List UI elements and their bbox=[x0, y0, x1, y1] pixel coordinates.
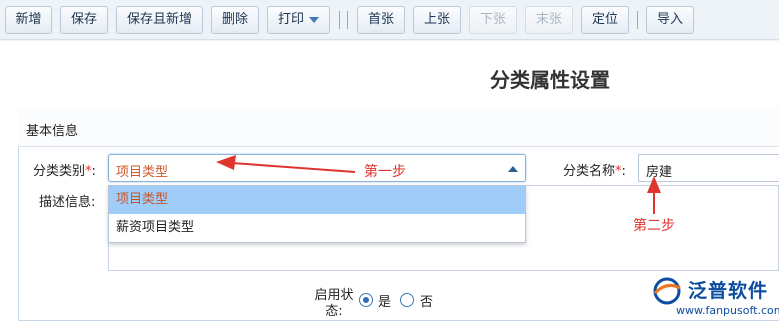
step1-annotation: 第一步 bbox=[364, 164, 406, 180]
dropdown-option-project-type[interactable]: 项目类型 bbox=[109, 186, 525, 214]
step2-arrow bbox=[647, 176, 661, 214]
step1-arrow bbox=[216, 155, 356, 173]
brand-logo: 泛普软件 www.fanpusoft.com bbox=[648, 274, 779, 320]
logo-mark-icon bbox=[653, 277, 681, 305]
dropdown-option-salary-project-type[interactable]: 薪资项目类型 bbox=[109, 214, 525, 242]
brand-name: 泛普软件 bbox=[688, 280, 769, 302]
category-type-dropdown: 项目类型 薪资项目类型 bbox=[108, 185, 526, 243]
brand-url: www.fanpusoft.com bbox=[676, 304, 779, 317]
step2-annotation: 第二步 bbox=[633, 218, 675, 234]
